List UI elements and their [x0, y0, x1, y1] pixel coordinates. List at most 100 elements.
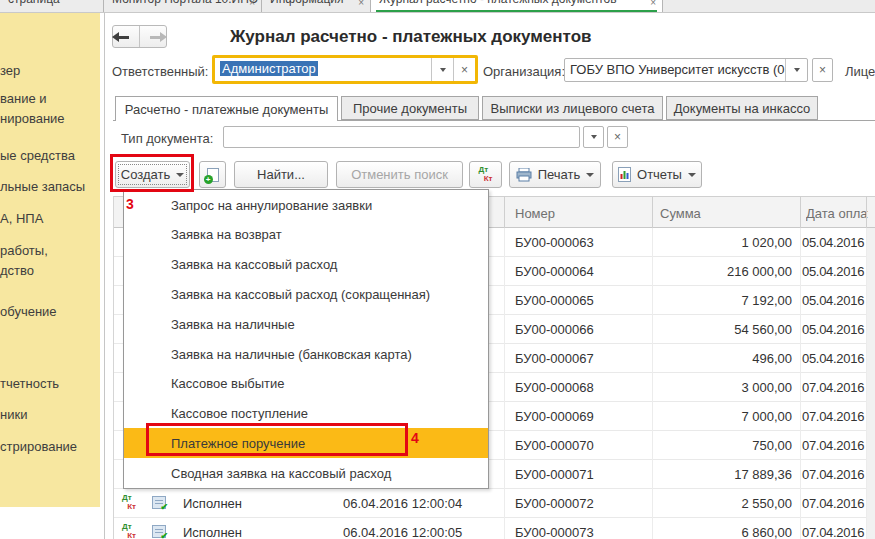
- menu-item[interactable]: Запрос на аннулирование заявки: [124, 190, 488, 220]
- row-sum: 17 889,36: [652, 467, 792, 482]
- menu-item[interactable]: Заявка на наличные (банковская карта): [124, 339, 488, 369]
- doc-tab[interactable]: Выписки из лицевого счета: [482, 96, 663, 120]
- row-number: БУ00-000069: [515, 409, 594, 424]
- chevron-down-icon: [586, 173, 594, 177]
- tab-close-icon[interactable]: ×: [249, 0, 255, 8]
- row-sum: 7 192,00: [652, 293, 792, 308]
- doc-tab[interactable]: Документы на инкассо: [666, 96, 818, 120]
- chevron-down-icon: [591, 135, 597, 139]
- row-sum: 216 000,00: [652, 264, 792, 279]
- row-paydate: 07.04.2016: [802, 467, 864, 482]
- dtkt-icon: ДтКт: [479, 166, 493, 183]
- browser-tab[interactable]: Журнал расчетно - платежных документов×: [371, 0, 663, 13]
- sidebar-item[interactable]: нирование: [0, 111, 65, 126]
- browser-tab-bar: страницаМонитор Портала 10.ИПО×Информаци…: [0, 0, 875, 13]
- sidebar-item[interactable]: ые средства: [0, 148, 75, 163]
- row-number: БУ00-000066: [515, 322, 594, 337]
- forward-arrow-icon: [150, 36, 160, 39]
- print-button-label: Печать: [538, 167, 581, 182]
- row-sum: 6 860,00: [652, 525, 792, 539]
- sidebar-item[interactable]: дство: [0, 263, 34, 278]
- table-row[interactable]: ДтКт✔Исполнен06.04.2016 12:00:05БУ00-000…: [113, 518, 875, 539]
- row-sum: 750,00: [652, 438, 792, 453]
- browser-tab[interactable]: Информация×: [262, 0, 371, 13]
- tab-close-icon[interactable]: ×: [650, 0, 656, 8]
- clear-icon: ×: [614, 130, 621, 144]
- cancel-search-label: Отменить поиск: [351, 167, 448, 182]
- sidebar-item[interactable]: стрирование: [0, 439, 77, 454]
- cancel-search-button[interactable]: Отменить поиск: [336, 161, 463, 188]
- sidebar-item[interactable]: зер: [0, 63, 20, 78]
- col-header-number[interactable]: Номер: [515, 206, 555, 221]
- forward-button[interactable]: [140, 26, 166, 47]
- menu-item[interactable]: Заявка на наличные: [124, 309, 488, 339]
- menu-item[interactable]: Заявка на кассовый расход: [124, 250, 488, 280]
- sidebar-divider: [104, 13, 105, 539]
- row-number: БУ00-000067: [515, 351, 594, 366]
- dtkt-button[interactable]: ДтКт: [469, 161, 502, 188]
- clear-icon: ×: [461, 63, 468, 77]
- row-sum: 7 000,00: [652, 409, 792, 424]
- reports-button[interactable]: Отчеты: [612, 161, 702, 188]
- organization-dropdown-button[interactable]: [785, 59, 807, 81]
- back-button[interactable]: [113, 26, 140, 47]
- row-paydate: 07.04.2016: [802, 409, 864, 424]
- browser-tab-label: страница: [0, 0, 103, 6]
- organization-value: ГОБУ ВПО Университет искусств (0: [565, 59, 785, 81]
- doc-tab[interactable]: Прочие документы: [341, 96, 479, 120]
- create-copy-button[interactable]: +: [199, 161, 226, 188]
- responsible-clear-button[interactable]: ×: [453, 58, 475, 81]
- row-date: 06.04.2016 12:00:05: [343, 525, 462, 539]
- menu-item[interactable]: Заявка на возврат: [124, 220, 488, 250]
- sidebar-item[interactable]: вание и: [0, 91, 47, 106]
- col-header-sum[interactable]: Сумма: [660, 206, 701, 221]
- document-check-icon: ✔: [152, 496, 166, 509]
- sidebar-item[interactable]: льные запасы: [0, 179, 85, 194]
- doc-tab[interactable]: Расчетно - платежные документы: [115, 96, 338, 121]
- table-left-border: [113, 196, 114, 539]
- menu-item[interactable]: Заявка на кассовый расход (сокращенная): [124, 279, 488, 309]
- sidebar-item[interactable]: А, НПА: [0, 211, 43, 226]
- tab-close-icon[interactable]: ×: [358, 0, 364, 8]
- col-header-paydate[interactable]: Дата оплаты: [806, 206, 868, 221]
- browser-tab[interactable]: Монитор Портала 10.ИПО×: [104, 0, 262, 13]
- row-sum: 2 550,00: [652, 496, 792, 511]
- account-label: Лицевой счет:: [845, 64, 875, 79]
- doc-type-dropdown-button[interactable]: [583, 126, 604, 148]
- report-chart-icon: [618, 167, 631, 182]
- sidebar-item[interactable]: обучение: [0, 304, 57, 319]
- row-paydate: 07.04.2016: [802, 525, 864, 539]
- row-number: БУ00-000064: [515, 264, 594, 279]
- reports-button-label: Отчеты: [637, 167, 682, 182]
- menu-item[interactable]: Сводная заявка на кассовый расход: [124, 458, 488, 488]
- menu-item[interactable]: Кассовое выбытие: [124, 369, 488, 399]
- row-paydate: 05.04.2016: [802, 322, 864, 337]
- row-number: БУ00-000072: [515, 496, 594, 511]
- doc-type-clear-button[interactable]: ×: [607, 126, 628, 148]
- annotation-step-3: 3: [126, 196, 134, 212]
- organization-combobox[interactable]: ГОБУ ВПО Университет искусств (0: [564, 58, 808, 82]
- row-paydate: 07.04.2016: [802, 496, 864, 511]
- table-row[interactable]: ДтКт✔Исполнен06.04.2016 12:00:04БУ00-000…: [113, 489, 875, 518]
- responsible-combobox[interactable]: Администратор ×: [212, 55, 478, 84]
- browser-tab-label: Информация: [262, 0, 370, 6]
- sidebar-item[interactable]: работы,: [0, 243, 48, 258]
- organization-clear-button[interactable]: ×: [812, 58, 833, 82]
- sidebar-item[interactable]: ники: [0, 407, 27, 422]
- sidebar: зер вание и нирование ые средства льные запа…: [0, 13, 100, 507]
- row-number: БУ00-000068: [515, 380, 594, 395]
- find-button[interactable]: Найти...: [234, 161, 328, 188]
- responsible-dropdown-button[interactable]: [431, 58, 453, 81]
- doc-type-input[interactable]: [223, 126, 580, 148]
- chevron-down-icon: [440, 68, 446, 72]
- sidebar-item[interactable]: тчетность: [0, 376, 59, 391]
- dtkt-icon: ДтКт: [122, 523, 136, 539]
- browser-tab[interactable]: страница: [0, 0, 104, 13]
- print-button[interactable]: Печать: [509, 161, 601, 188]
- responsible-value: Администратор: [220, 61, 318, 76]
- row-paydate: 05.04.2016: [802, 235, 864, 250]
- chevron-down-icon: [794, 68, 800, 72]
- back-arrow-icon: [119, 36, 129, 39]
- organization-label: Организация:: [483, 64, 565, 79]
- chevron-down-icon: [688, 173, 696, 177]
